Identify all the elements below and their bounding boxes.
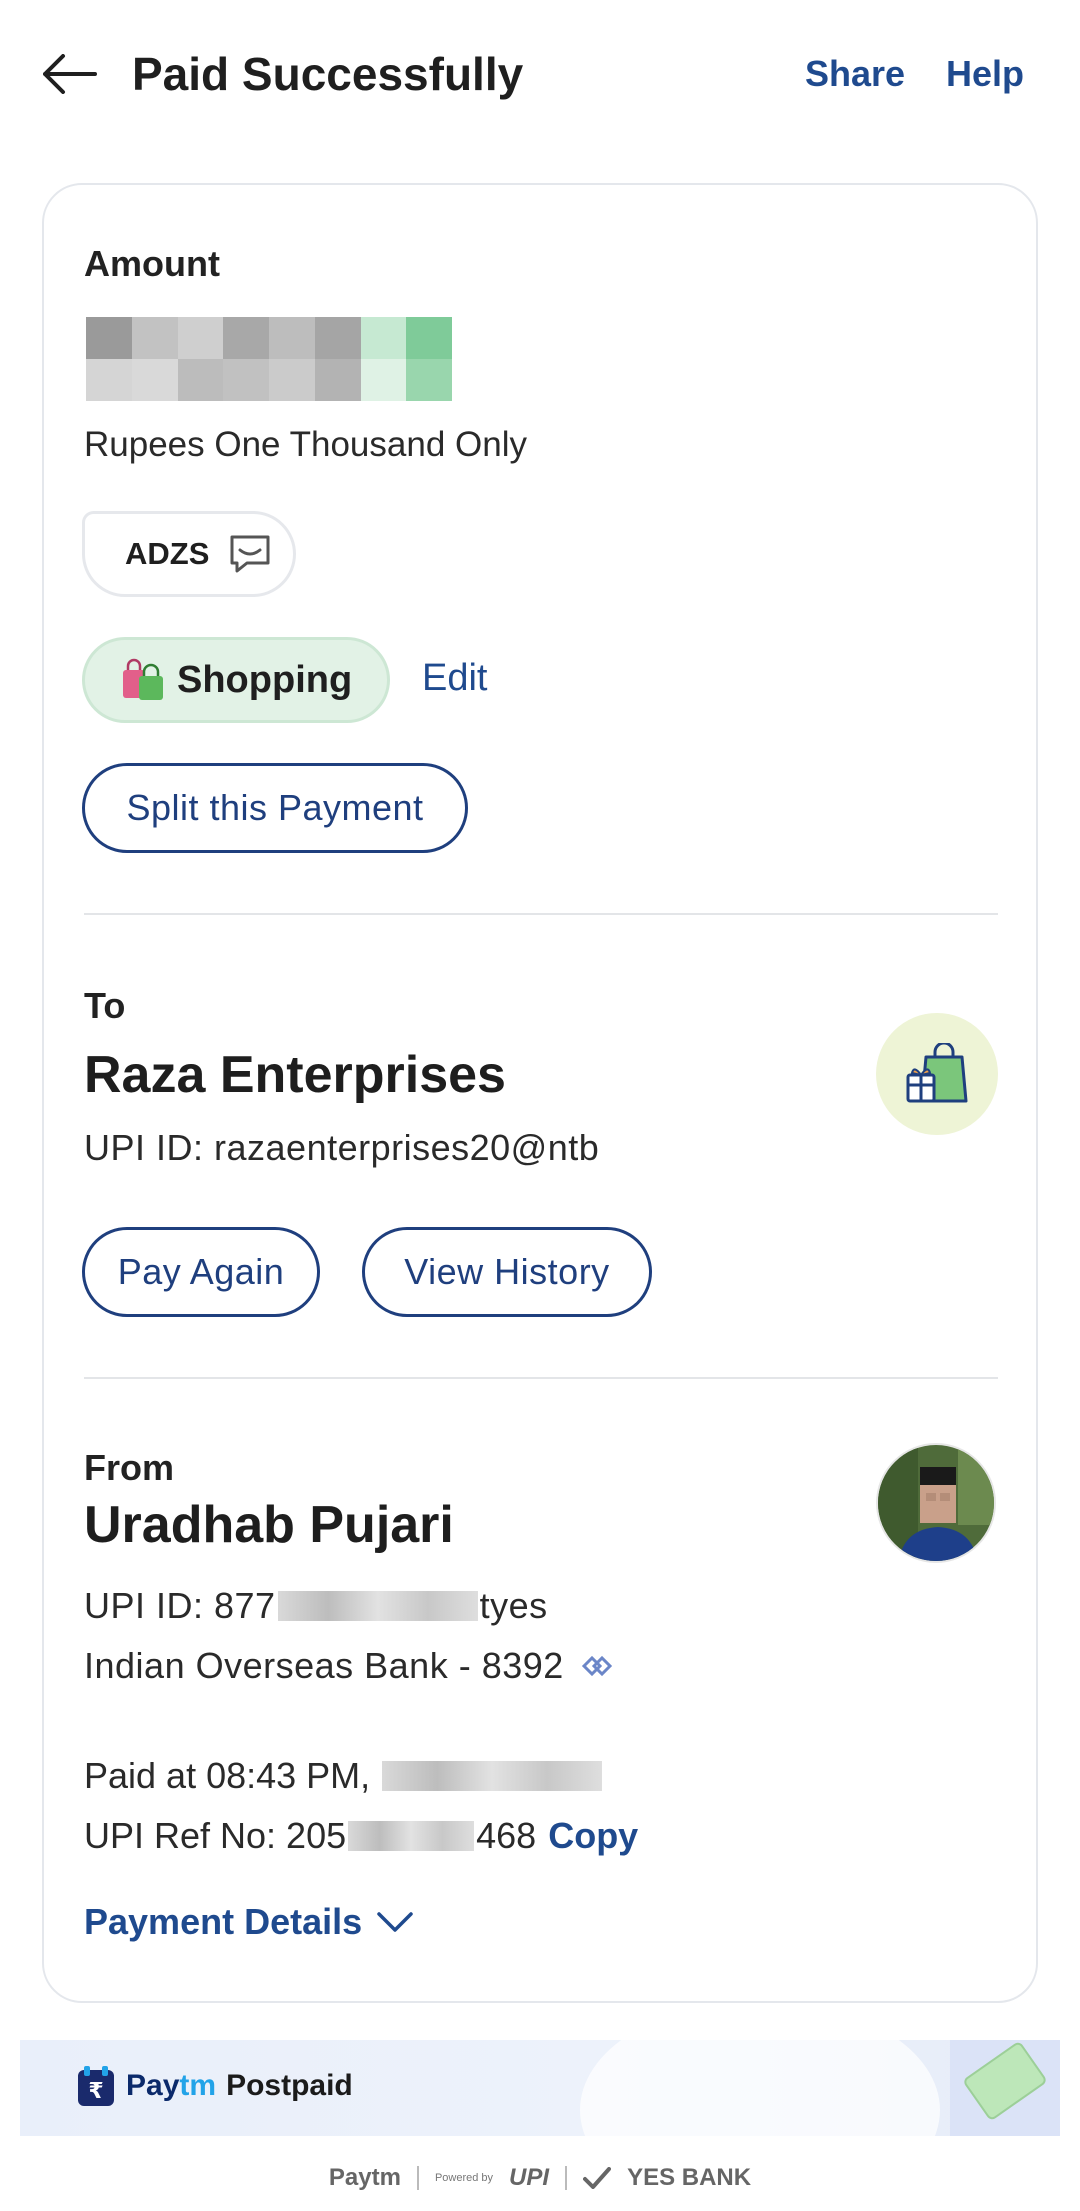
app-header: Paid Successfully Share Help bbox=[0, 0, 1080, 150]
banner-product: Postpaid bbox=[226, 2069, 353, 2102]
divider bbox=[416, 2166, 419, 2190]
merchant-avatar bbox=[876, 1013, 998, 1135]
message-icon bbox=[230, 535, 270, 573]
upi-ref-suffix: 468 bbox=[476, 1815, 537, 1856]
powered-by-text: Powered by bbox=[434, 2172, 494, 2184]
avatar bbox=[876, 1443, 996, 1563]
category-label: Shopping bbox=[177, 658, 353, 701]
edit-category-link[interactable]: Edit bbox=[422, 657, 487, 700]
payment-card: Amount Rupees One Thousand Only ADZS Sho… bbox=[42, 183, 1038, 2003]
bank-logo-icon bbox=[581, 1655, 612, 1677]
sender-upi-id: UPI ID: 877 tyes bbox=[84, 1585, 548, 1627]
arrow-left-icon bbox=[43, 54, 97, 94]
yes-bank-logo: YES BANK bbox=[627, 2164, 752, 2191]
gift-bag-icon bbox=[906, 1043, 968, 1103]
back-button[interactable] bbox=[40, 44, 100, 104]
split-payment-button[interactable]: Split this Payment bbox=[82, 763, 468, 853]
redacted-block bbox=[348, 1821, 475, 1851]
banner-brand-tm: tm bbox=[179, 2069, 217, 2102]
banner-content: ₹ Paytm Postpaid bbox=[76, 2064, 353, 2108]
merchant-upi-id: UPI ID: razaenterprises20@ntb bbox=[84, 1127, 600, 1168]
svg-text:₹: ₹ bbox=[88, 2079, 103, 2104]
redacted-block bbox=[382, 1761, 603, 1791]
merchant-name: Raza Enterprises bbox=[84, 1046, 506, 1104]
paid-at-text: Paid at 08:43 PM, bbox=[84, 1755, 371, 1796]
redacted-block bbox=[277, 1591, 478, 1621]
amount-value-redacted bbox=[86, 317, 452, 401]
footer-partners: Paytm Powered by UPI YES BANK bbox=[0, 2158, 1080, 2198]
upi-ref: UPI Ref No: 205 468 Copy bbox=[84, 1815, 638, 1857]
postpaid-wallet-icon: ₹ bbox=[78, 2066, 114, 2106]
payment-details-toggle[interactable]: Payment Details bbox=[84, 1901, 414, 1943]
banner-brand: Paytm bbox=[126, 2069, 216, 2103]
to-label: To bbox=[84, 985, 126, 1026]
help-button[interactable]: Help bbox=[946, 50, 1024, 98]
share-button[interactable]: Share bbox=[805, 50, 905, 98]
from-label: From bbox=[84, 1447, 174, 1488]
upi-ref-prefix: UPI Ref No: 205 bbox=[84, 1815, 347, 1856]
banner-decoration bbox=[580, 2040, 940, 2136]
divider bbox=[84, 1377, 998, 1379]
amount-in-words: Rupees One Thousand Only bbox=[84, 425, 527, 464]
bank-name: Indian Overseas Bank - 8392 bbox=[84, 1645, 564, 1686]
checkmark-icon bbox=[583, 2167, 612, 2189]
note-chip[interactable]: ADZS bbox=[82, 511, 296, 597]
view-history-button[interactable]: View History bbox=[362, 1227, 652, 1317]
note-text: ADZS bbox=[125, 536, 210, 571]
upi-logo: UPI bbox=[509, 2164, 550, 2191]
paytm-logo: Paytm bbox=[328, 2164, 401, 2191]
copy-ref-button[interactable]: Copy bbox=[548, 1815, 638, 1857]
sender-name: Uradhab Pujari bbox=[84, 1496, 454, 1554]
banner-brand-pay: Pay bbox=[126, 2069, 180, 2102]
chevron-down-icon bbox=[377, 1912, 413, 1932]
paid-at: Paid at 08:43 PM, bbox=[84, 1755, 604, 1797]
sender-upi-prefix: UPI ID: 877 bbox=[84, 1585, 276, 1626]
sender-upi-suffix: tyes bbox=[479, 1585, 548, 1626]
sender-bank: Indian Overseas Bank - 8392 bbox=[84, 1645, 612, 1687]
category-pill[interactable]: Shopping bbox=[82, 637, 390, 723]
page-title: Paid Successfully bbox=[132, 48, 524, 100]
payment-details-label: Payment Details bbox=[84, 1901, 363, 1942]
user-photo-icon bbox=[878, 1445, 994, 1561]
shopping-bags-icon bbox=[123, 658, 163, 700]
divider bbox=[565, 2166, 568, 2190]
amount-label: Amount bbox=[84, 243, 220, 284]
pay-again-button[interactable]: Pay Again bbox=[82, 1227, 320, 1317]
paytm-postpaid-banner[interactable]: ₹ Paytm Postpaid bbox=[20, 2040, 1060, 2136]
divider bbox=[84, 913, 998, 915]
